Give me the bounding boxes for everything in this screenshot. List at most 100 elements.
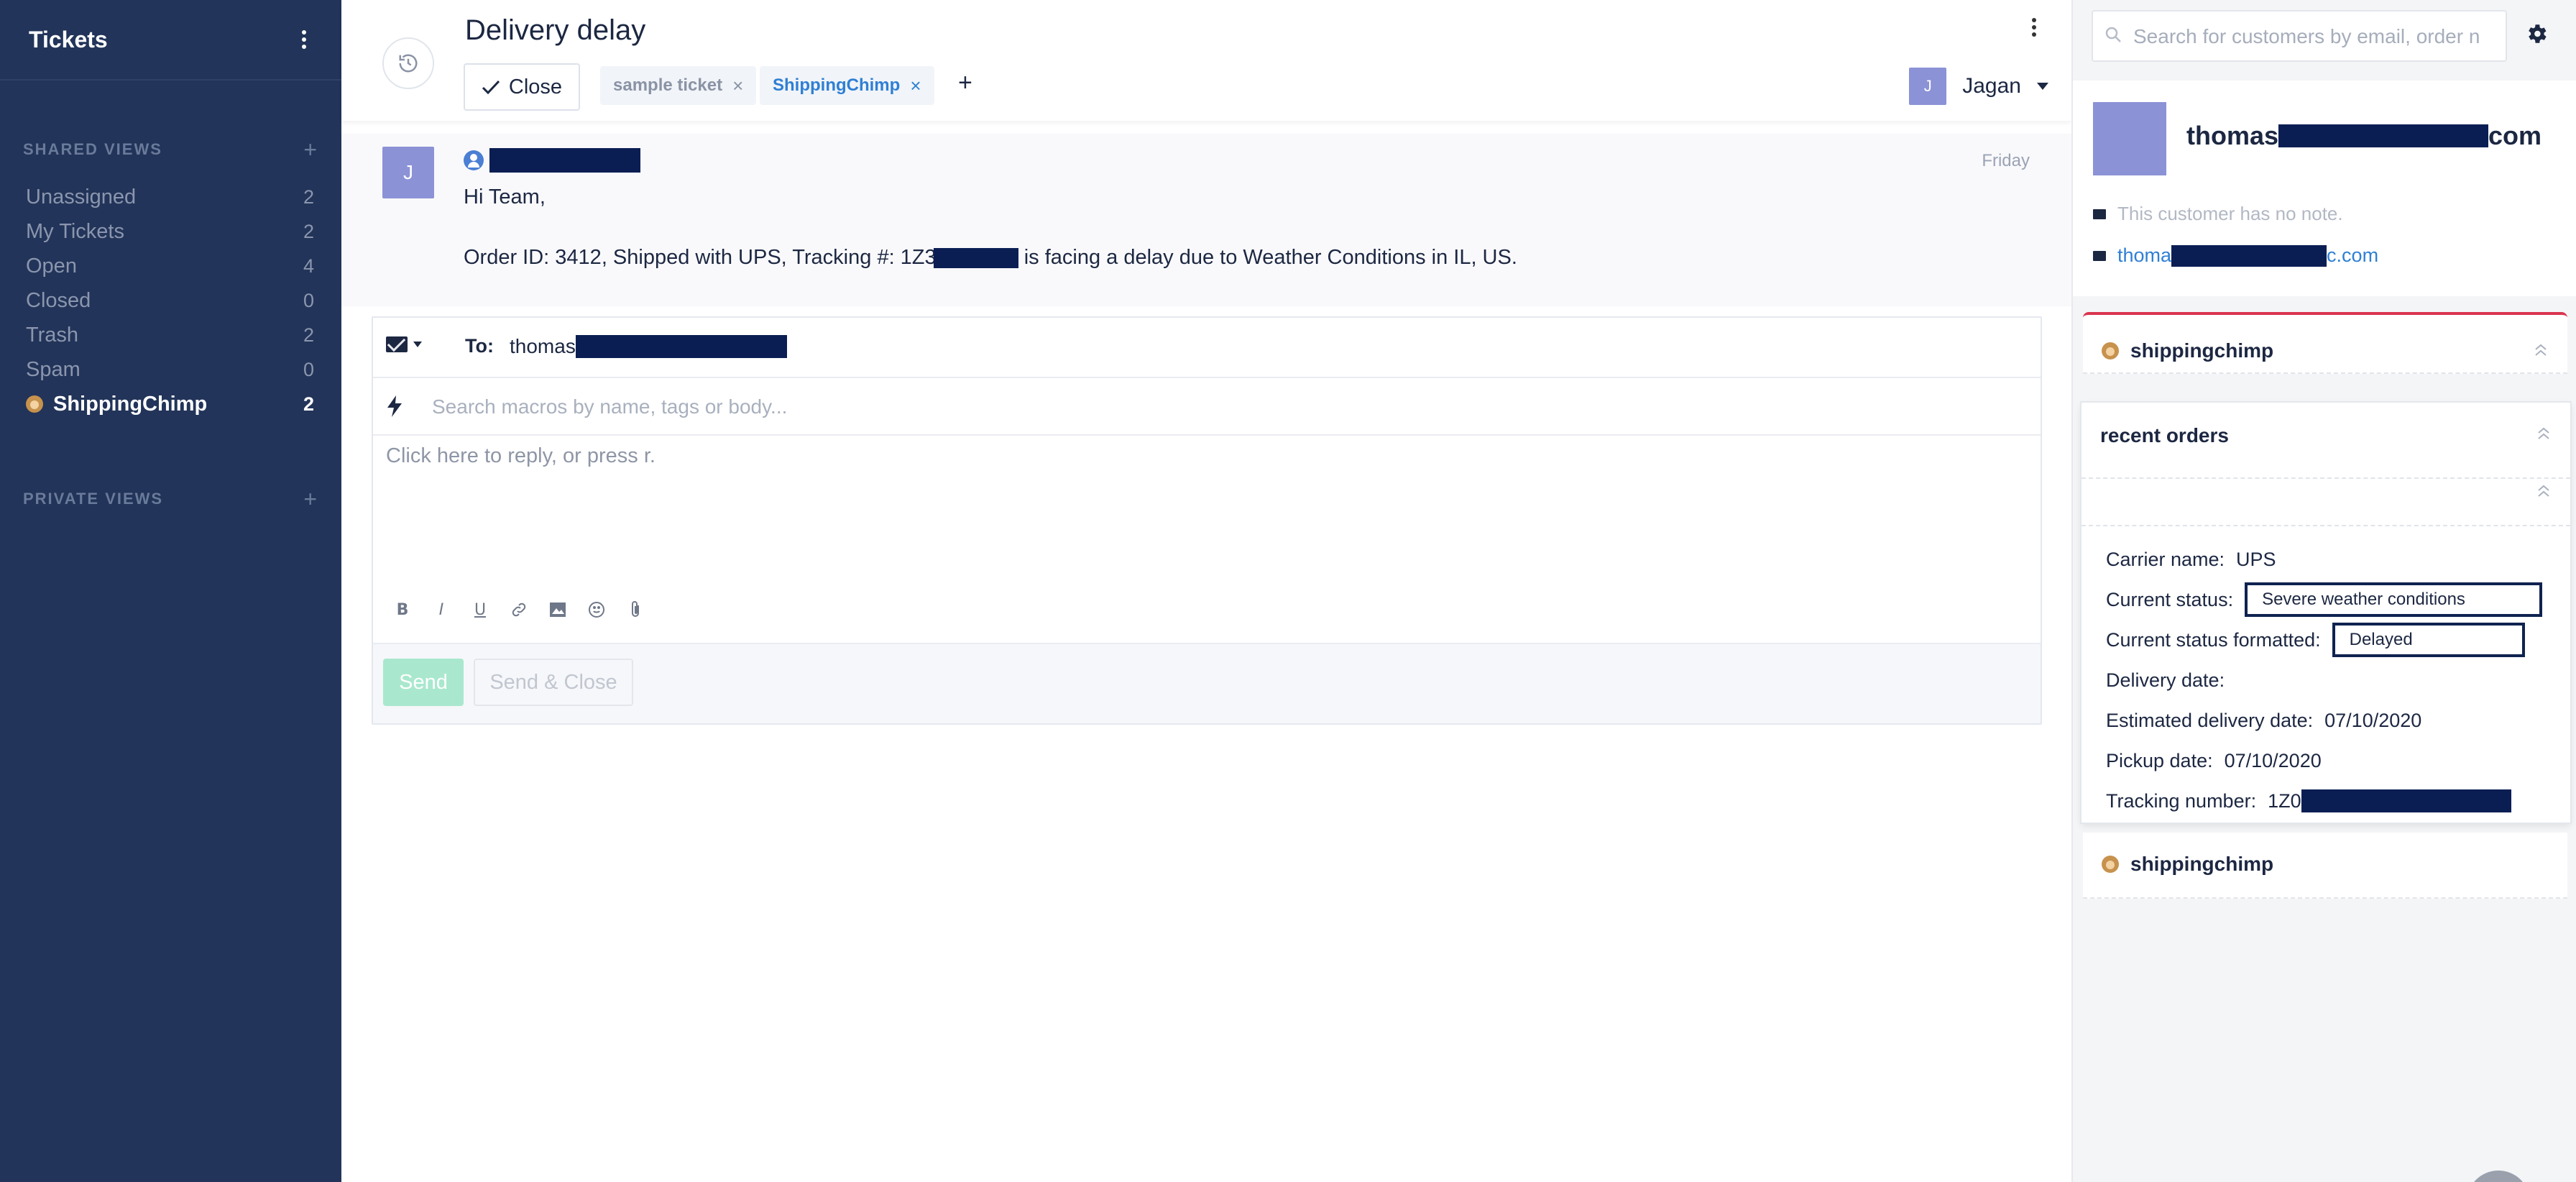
shippingchimp-widget: shippingchimp: [2083, 312, 2567, 374]
recent-orders-card: recent orders Carrier name: UPS Current …: [2082, 403, 2570, 823]
field-carrier: Carrier name: UPS: [2106, 539, 2542, 579]
private-views-header: PRIVATE VIEWS +: [0, 485, 341, 513]
link-icon[interactable]: [510, 600, 528, 620]
history-button[interactable]: [382, 37, 434, 89]
field-label: Delivery date:: [2106, 669, 2225, 691]
sidebar-item-spam[interactable]: Spam 0: [0, 352, 341, 387]
macro-search-input[interactable]: [432, 390, 1582, 424]
sidebar-item-my-tickets[interactable]: My Tickets 2: [0, 214, 341, 249]
monkey-icon: [26, 395, 43, 413]
bold-icon[interactable]: B: [393, 600, 412, 620]
sidebar-item-label: Spam: [26, 357, 80, 381]
sidebar-item-shippingchimp[interactable]: ShippingChimp 2: [0, 387, 341, 421]
sidebar-item-closed[interactable]: Closed 0: [0, 283, 341, 318]
sidebar-item-label: Trash: [26, 323, 79, 347]
field-estimated-delivery: Estimated delivery date: 07/10/2020: [2106, 700, 2542, 741]
chevron-down-icon: [413, 342, 422, 347]
tag-sample-ticket[interactable]: sample ticket ×: [600, 66, 757, 105]
channel-selector[interactable]: [386, 336, 422, 352]
sidebar-item-label: Open: [26, 254, 77, 278]
customer-name[interactable]: thomas com: [2186, 121, 2542, 151]
customer-email[interactable]: thoma c.com: [2093, 244, 2378, 267]
ticket-title[interactable]: Delivery delay: [465, 14, 645, 47]
redacted-customer-name: [2278, 124, 2489, 147]
macro-search-row: [373, 378, 2041, 436]
redacted-recipient: [575, 335, 787, 358]
close-ticket-label: Close: [508, 75, 563, 98]
assignee-dropdown[interactable]: J Jagan: [1909, 68, 2048, 105]
sidebar-menu-icon[interactable]: [295, 25, 313, 54]
widget-title-text: shippingchimp: [2130, 339, 2274, 362]
sidebar-item-trash[interactable]: Trash 2: [0, 318, 341, 352]
emoji-icon[interactable]: [587, 600, 606, 620]
collapse-icon[interactable]: [2536, 483, 2552, 499]
shared-views-list: Unassigned 2 My Tickets 2 Open 4 Closed …: [0, 180, 341, 421]
field-value: Severe weather conditions: [2245, 582, 2543, 617]
shippingchimp-widget-2: shippingchimp: [2083, 833, 2567, 899]
remove-tag-icon[interactable]: ×: [732, 75, 743, 97]
field-label: Tracking number:: [2106, 789, 2257, 812]
message-body: Order ID: 3412, Shipped with UPS, Tracki…: [464, 246, 1517, 270]
note-icon: [2093, 209, 2106, 219]
ticket-message: J Friday Hi Team, Order ID: 3412, Shippe…: [341, 134, 2071, 306]
monkey-icon: [2102, 856, 2119, 873]
chevron-down-icon: [2037, 83, 2048, 90]
remove-tag-icon[interactable]: ×: [910, 75, 921, 97]
field-pickup-date: Pickup date: 07/10/2020: [2106, 741, 2542, 781]
collapse-icon[interactable]: [2533, 342, 2549, 358]
sidebar-item-count: 4: [303, 255, 314, 277]
message-greeting: Hi Team,: [464, 185, 546, 209]
widget-title: shippingchimp: [2102, 853, 2273, 876]
sidebar: Tickets SHARED VIEWS + Unassigned 2 My T…: [0, 0, 341, 1182]
attachment-icon[interactable]: [626, 600, 645, 620]
field-value: 1Z0: [2268, 789, 2301, 812]
sidebar-item-open[interactable]: Open 4: [0, 249, 341, 283]
to-recipient[interactable]: thomas: [510, 335, 787, 358]
field-tracking-number: Tracking number: 1Z0: [2106, 781, 2542, 821]
underline-icon[interactable]: U: [471, 600, 489, 620]
reply-textarea[interactable]: [386, 444, 2025, 531]
sidebar-item-label: My Tickets: [26, 219, 124, 243]
message-sender[interactable]: [464, 148, 640, 173]
check-icon: [482, 80, 500, 95]
field-value: 07/10/2020: [2224, 749, 2322, 771]
reply-editor: To: thomas B I U: [372, 316, 2042, 725]
shared-views-label: SHARED VIEWS: [23, 140, 162, 158]
monkey-icon: [2102, 342, 2119, 359]
add-private-view-button[interactable]: +: [303, 486, 317, 513]
shared-views-header: SHARED VIEWS +: [0, 128, 341, 171]
send-bar: Send Send & Close: [373, 643, 2041, 723]
send-and-close-button[interactable]: Send & Close: [474, 659, 633, 706]
avatar: J: [382, 147, 434, 198]
order-subheader: [2082, 477, 2570, 526]
add-tag-button[interactable]: +: [958, 69, 972, 97]
image-icon[interactable]: [548, 600, 567, 620]
field-current-status: Current status: Severe weather condition…: [2106, 579, 2543, 620]
field-label: Estimated delivery date:: [2106, 709, 2314, 731]
field-current-status-formatted: Current status formatted: Delayed: [2106, 620, 2542, 660]
email-icon: [386, 336, 408, 352]
tag-label: sample ticket: [613, 75, 723, 95]
customer-note[interactable]: This customer has no note.: [2093, 203, 2343, 225]
tag-label: ShippingChimp: [773, 75, 901, 95]
redacted-sender-name: [489, 148, 640, 173]
search-icon: [2105, 27, 2121, 42]
add-shared-view-button[interactable]: +: [303, 137, 317, 163]
gear-icon[interactable]: [2524, 22, 2549, 46]
tag-shippingchimp[interactable]: ShippingChimp ×: [760, 66, 934, 105]
close-ticket-button[interactable]: Close: [464, 63, 580, 111]
customer-search: [2092, 10, 2507, 62]
customer-search-input[interactable]: [2133, 22, 2500, 52]
user-circle-icon: [464, 150, 484, 170]
italic-icon[interactable]: I: [432, 600, 451, 620]
collapse-icon[interactable]: [2536, 426, 2552, 441]
sidebar-item-unassigned[interactable]: Unassigned 2: [0, 180, 341, 214]
send-button[interactable]: Send: [383, 659, 464, 706]
sidebar-header: Tickets: [0, 0, 341, 81]
widget-title-text: shippingchimp: [2130, 853, 2274, 875]
ticket-header: Delivery delay Close sample ticket × Shi…: [341, 0, 2071, 121]
ticket-menu-icon[interactable]: [2025, 13, 2043, 42]
field-label: Pickup date:: [2106, 749, 2213, 771]
widget-title: shippingchimp: [2102, 339, 2273, 362]
redacted-email: [2171, 244, 2327, 267]
